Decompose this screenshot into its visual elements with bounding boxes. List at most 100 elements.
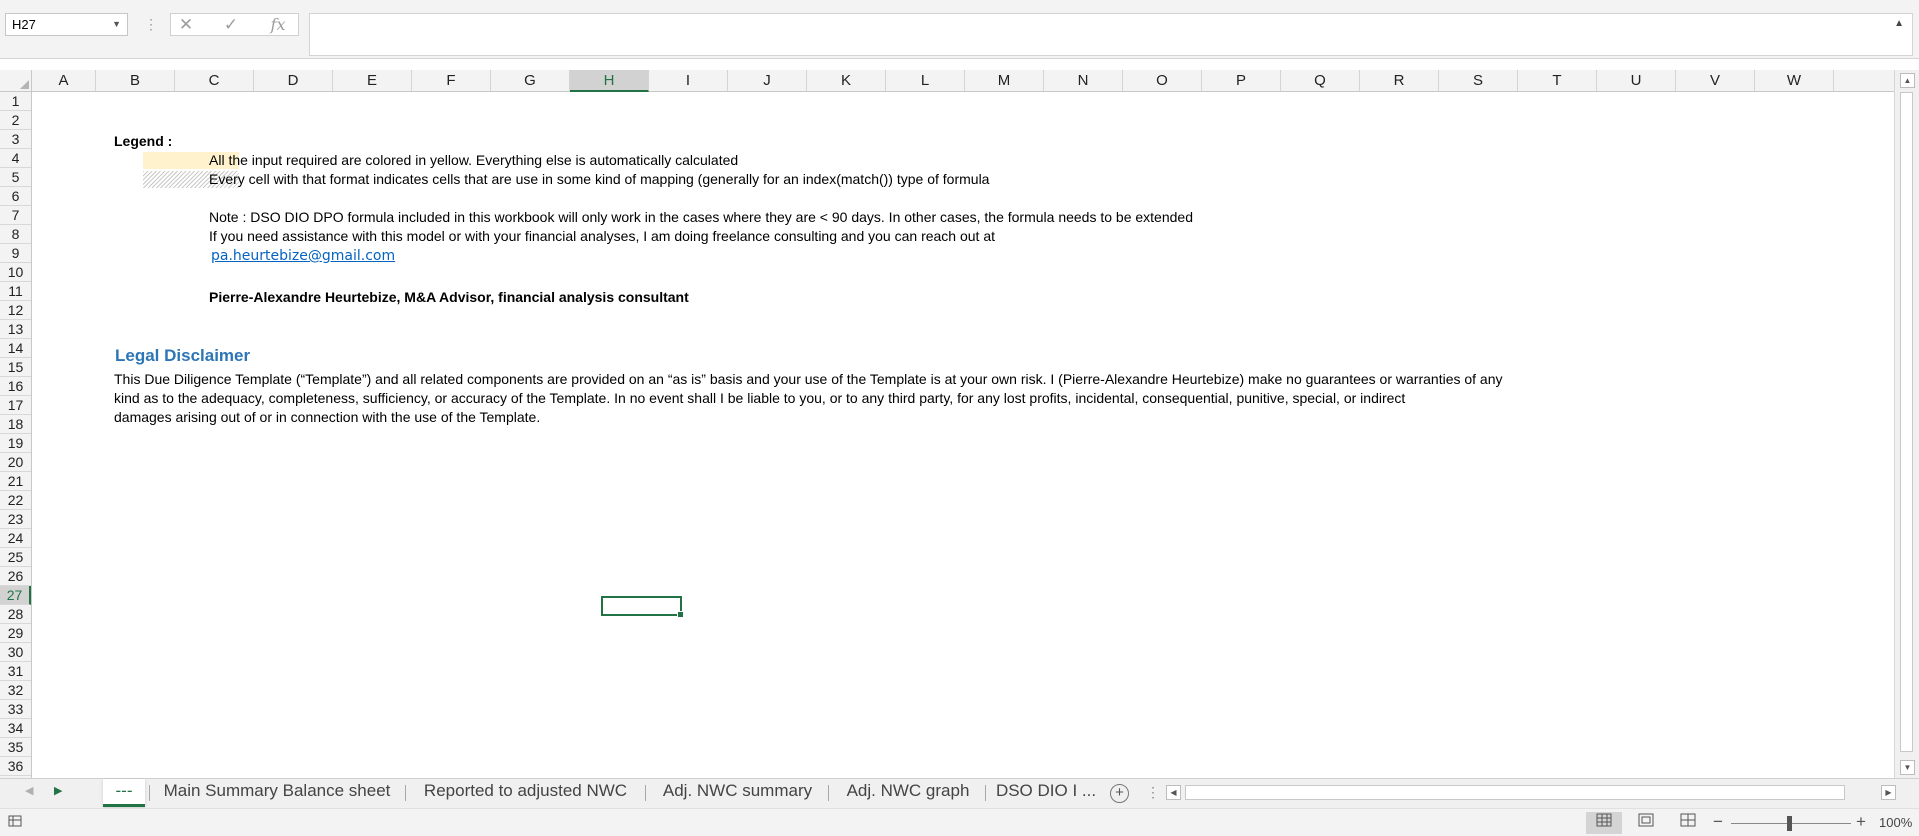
row-header-33[interactable]: 33 [0,700,31,719]
row-header-14[interactable]: 14 [0,339,31,358]
row-header-26[interactable]: 26 [0,567,31,586]
vertical-scroll-thumb[interactable] [1900,92,1913,752]
row-header-1[interactable]: 1 [0,92,31,111]
column-header-p[interactable]: P [1202,70,1281,91]
add-sheet-icon[interactable]: + [1110,784,1129,803]
insert-function-button[interactable]: fx [263,14,293,35]
row-header-2[interactable]: 2 [0,111,31,130]
sheet-tab-4[interactable]: Adj. NWC summary [650,779,825,807]
sheet-tab-2[interactable]: Main Summary Balance sheet [154,779,400,807]
collapse-formula-icon[interactable]: ▲ [1894,18,1904,29]
prev-sheet-icon[interactable]: ◀ [25,784,33,797]
row-header-24[interactable]: 24 [0,529,31,548]
select-all-button[interactable] [0,70,32,92]
more-icon: ⋮ [144,16,158,32]
row-header-36[interactable]: 36 [0,757,31,776]
more-icon: ⋮ [1146,784,1160,800]
row-header-31[interactable]: 31 [0,662,31,681]
zoom-slider-thumb[interactable] [1787,816,1792,831]
column-header-w[interactable]: W [1755,70,1834,91]
row-header-23[interactable]: 23 [0,510,31,529]
column-header-e[interactable]: E [333,70,412,91]
row-header-13[interactable]: 13 [0,320,31,339]
row-header-7[interactable]: 7 [0,206,31,225]
row-header-19[interactable]: 19 [0,434,31,453]
zoom-in-icon[interactable]: + [1856,812,1866,832]
column-header-v[interactable]: V [1676,70,1755,91]
row-header-15[interactable]: 15 [0,358,31,377]
cancel-icon[interactable]: ✕ [171,14,201,35]
row-header-17[interactable]: 17 [0,396,31,415]
column-header-c[interactable]: C [175,70,254,91]
row-header-6[interactable]: 6 [0,187,31,206]
chevron-down-icon[interactable]: ▼ [112,14,121,35]
column-header-f[interactable]: F [412,70,491,91]
column-header-g[interactable]: G [491,70,570,91]
email-link[interactable]: pa.heurtebize@gmail.com [211,247,395,265]
row-header-34[interactable]: 34 [0,719,31,738]
horizontal-scrollbar[interactable]: ◀ ▶ [1166,784,1896,801]
horizontal-scroll-thumb[interactable] [1185,785,1845,800]
row-header-28[interactable]: 28 [0,605,31,624]
column-header-m[interactable]: M [965,70,1044,91]
row-header-12[interactable]: 12 [0,301,31,320]
page-break-preview-icon[interactable] [1670,812,1706,834]
row-header-30[interactable]: 30 [0,643,31,662]
next-sheet-icon[interactable]: ▶ [54,784,62,797]
column-header-a[interactable]: A [32,70,96,91]
sheet-tab-6[interactable]: DSO DIO I ... [990,779,1102,807]
row-header-10[interactable]: 10 [0,263,31,282]
row-header-11[interactable]: 11 [0,282,31,301]
column-header-n[interactable]: N [1044,70,1123,91]
row-header-3[interactable]: 3 [0,130,31,149]
column-header-j[interactable]: J [728,70,807,91]
row-header-4[interactable]: 4 [0,149,31,168]
scroll-left-icon[interactable]: ◀ [1166,785,1181,800]
row-header-18[interactable]: 18 [0,415,31,434]
page-layout-icon[interactable] [1628,812,1664,834]
normal-view-icon[interactable] [1586,812,1622,834]
row-header-27[interactable]: 27 [0,586,31,605]
row-header-16[interactable]: 16 [0,377,31,396]
scroll-right-icon[interactable]: ▶ [1881,785,1896,800]
column-header-d[interactable]: D [254,70,333,91]
formula-bar: H27 ▼ ⋮ ✕ ✓ fx ▲ [0,0,1919,59]
zoom-level[interactable]: 100% [1879,815,1912,830]
selected-cell-h27[interactable] [601,596,684,618]
column-header-k[interactable]: K [807,70,886,91]
column-header-u[interactable]: U [1597,70,1676,91]
row-header-32[interactable]: 32 [0,681,31,700]
column-header-t[interactable]: T [1518,70,1597,91]
row-header-29[interactable]: 29 [0,624,31,643]
column-header-o[interactable]: O [1123,70,1202,91]
fill-handle[interactable] [677,611,684,618]
row-header-8[interactable]: 8 [0,225,31,244]
sheet-tab-3[interactable]: Reported to adjusted NWC [410,779,641,807]
scroll-up-icon[interactable]: ▲ [1900,73,1915,88]
enter-icon[interactable]: ✓ [216,14,246,35]
name-box[interactable]: H27 ▼ [5,13,128,36]
column-header-l[interactable]: L [886,70,965,91]
zoom-out-icon[interactable]: − [1713,812,1723,832]
row-header-5[interactable]: 5 [0,168,31,187]
row-header-9[interactable]: 9 [0,244,31,263]
column-header-h[interactable]: H [570,70,649,92]
vertical-scrollbar[interactable]: ▲ ▼ [1894,70,1919,778]
column-header-i[interactable]: I [649,70,728,91]
scroll-down-icon[interactable]: ▼ [1900,760,1915,775]
column-header-b[interactable]: B [96,70,175,91]
sheet-tab-5[interactable]: Adj. NWC graph [833,779,983,807]
sheet-tab-1[interactable]: --- [103,779,145,807]
worksheet-grid[interactable]: Legend : All the input required are colo… [32,92,1894,778]
formula-input[interactable]: ▲ [309,13,1913,56]
column-header-r[interactable]: R [1360,70,1439,91]
row-header-20[interactable]: 20 [0,453,31,472]
column-header-s[interactable]: S [1439,70,1518,91]
row-header-35[interactable]: 35 [0,738,31,757]
row-header-21[interactable]: 21 [0,472,31,491]
row-header-25[interactable]: 25 [0,548,31,567]
tab-separator [645,785,646,801]
macro-record-icon[interactable] [8,814,22,828]
row-header-22[interactable]: 22 [0,491,31,510]
column-header-q[interactable]: Q [1281,70,1360,91]
